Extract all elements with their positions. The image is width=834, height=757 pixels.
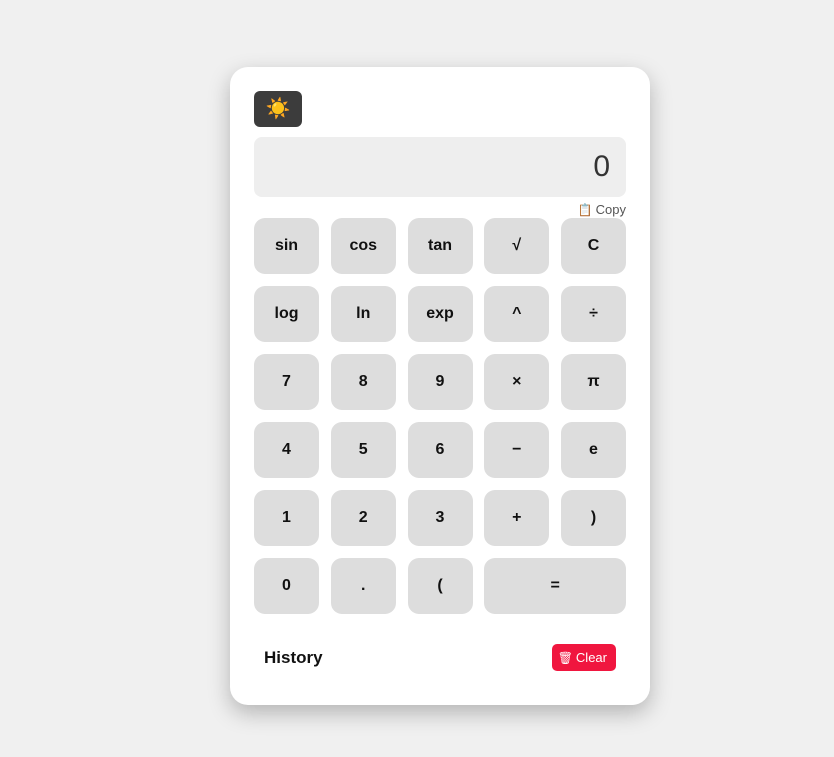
key-2[interactable]: 2 <box>330 490 396 546</box>
key-7[interactable]: 7 <box>254 354 319 410</box>
key-close-paren[interactable]: ) <box>561 490 626 546</box>
key-3[interactable]: 3 <box>407 490 473 546</box>
key-cos[interactable]: cos <box>330 218 396 274</box>
key-5[interactable]: 5 <box>330 422 396 478</box>
key-open-paren[interactable]: ( <box>407 558 473 614</box>
key-9[interactable]: 9 <box>407 354 473 410</box>
display-value: 0 <box>593 150 610 183</box>
sun-icon: ☀️ <box>265 98 291 120</box>
key-exp[interactable]: exp <box>407 286 473 342</box>
key-sin[interactable]: sin <box>254 218 319 274</box>
key-decimal[interactable]: . <box>330 558 396 614</box>
key-sqrt[interactable]: √ <box>484 218 550 274</box>
key-clear[interactable]: C <box>561 218 626 274</box>
clear-history-label: Clear <box>575 650 607 665</box>
trash-icon: 🗑 <box>557 650 573 665</box>
key-log[interactable]: log <box>254 286 319 342</box>
key-8[interactable]: 8 <box>330 354 396 410</box>
key-equals[interactable]: = <box>484 558 626 614</box>
copy-label: Copy <box>595 202 626 217</box>
key-e[interactable]: e <box>561 422 626 478</box>
keypad: sin cos tan √ Clog ln exp ^ ÷ 7 8 9 × π 4 5 6− e 1 2 3 +) 0.(= <box>254 218 626 614</box>
key-6[interactable]: 6 <box>407 422 473 478</box>
key-power[interactable]: ^ <box>484 286 550 342</box>
key-ln[interactable]: ln <box>330 286 396 342</box>
key-pi[interactable]: π <box>561 354 626 410</box>
calculator-display: 0 <box>254 137 626 197</box>
key-4[interactable]: 4 <box>254 422 319 478</box>
copy-button[interactable]: 📋 Copy <box>578 202 626 217</box>
key-0[interactable]: 0 <box>254 558 319 614</box>
clipboard-icon: 📋 <box>577 202 593 217</box>
key-plus[interactable]: + <box>484 490 550 546</box>
key-tan[interactable]: tan <box>407 218 473 274</box>
calculator-card: ☀️ 0 📋 Copy sin cos tan √ Clog ln exp ^ ÷ 7 8 9 × π 4 5… <box>230 67 650 705</box>
history-title: History <box>264 648 323 667</box>
theme-toggle-button[interactable]: ☀️ <box>254 91 302 127</box>
key-minus[interactable]: − <box>484 422 550 478</box>
key-1[interactable]: 1 <box>254 490 319 546</box>
key-divide[interactable]: ÷ <box>561 286 626 342</box>
clear-history-button[interactable]: 🗑 Clear <box>551 644 616 671</box>
key-multiply[interactable]: × <box>484 354 550 410</box>
